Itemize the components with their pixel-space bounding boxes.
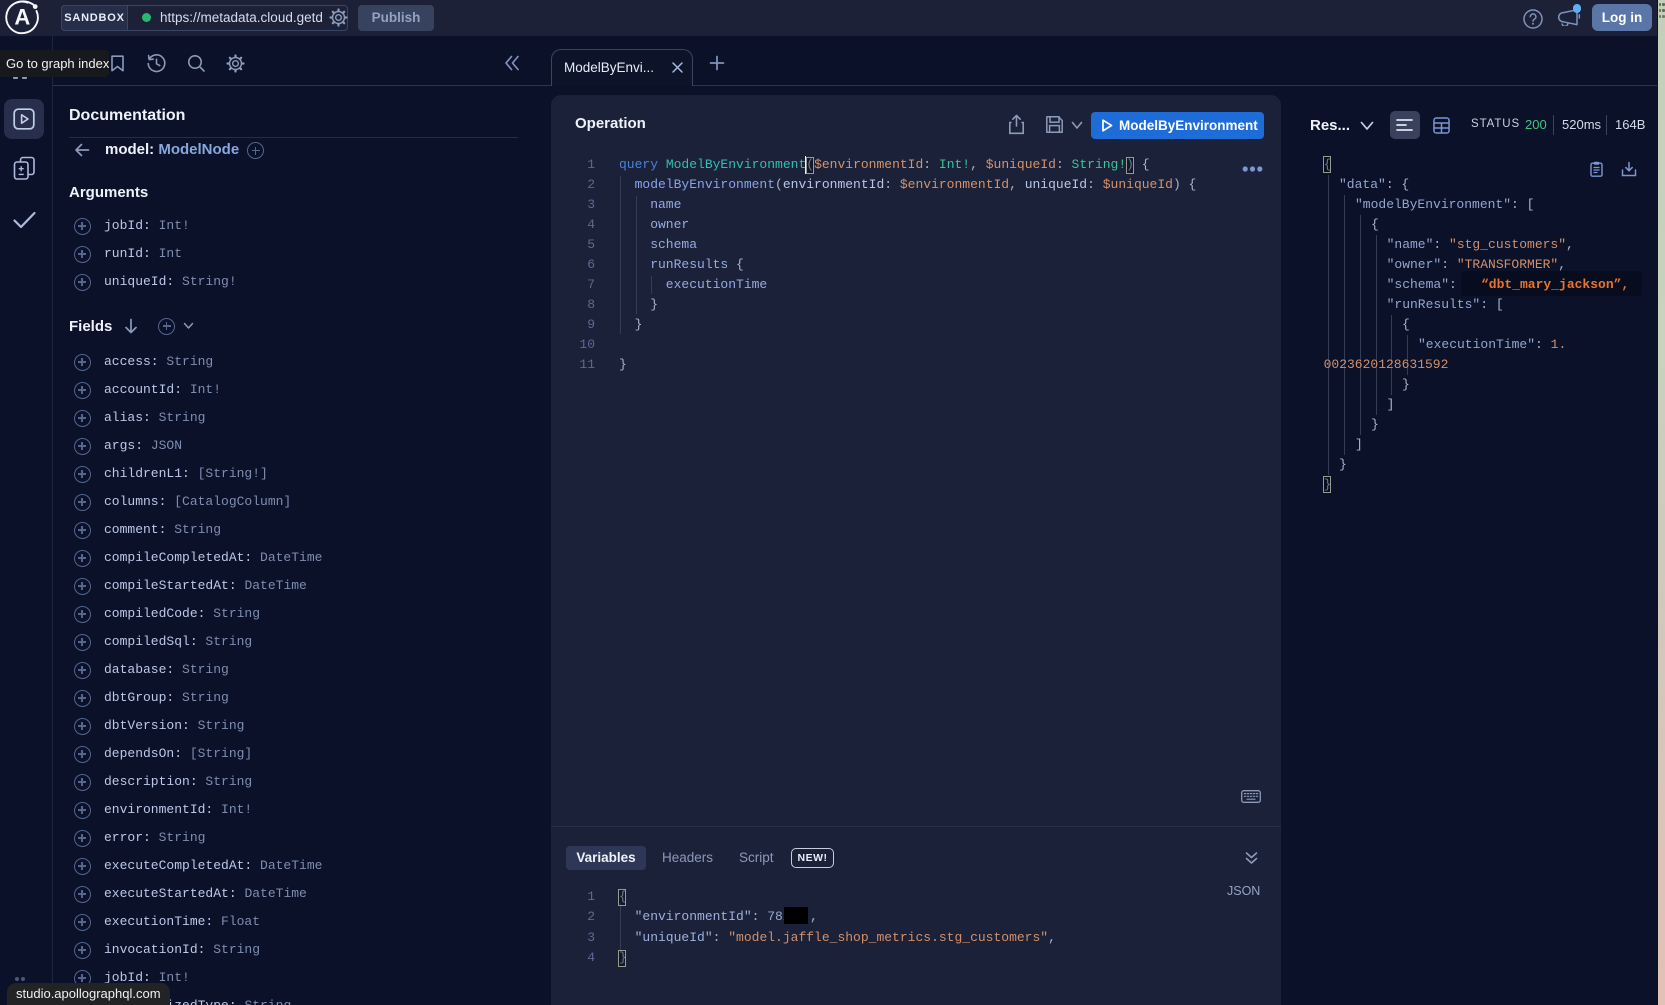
svg-text:A: A (14, 5, 30, 30)
